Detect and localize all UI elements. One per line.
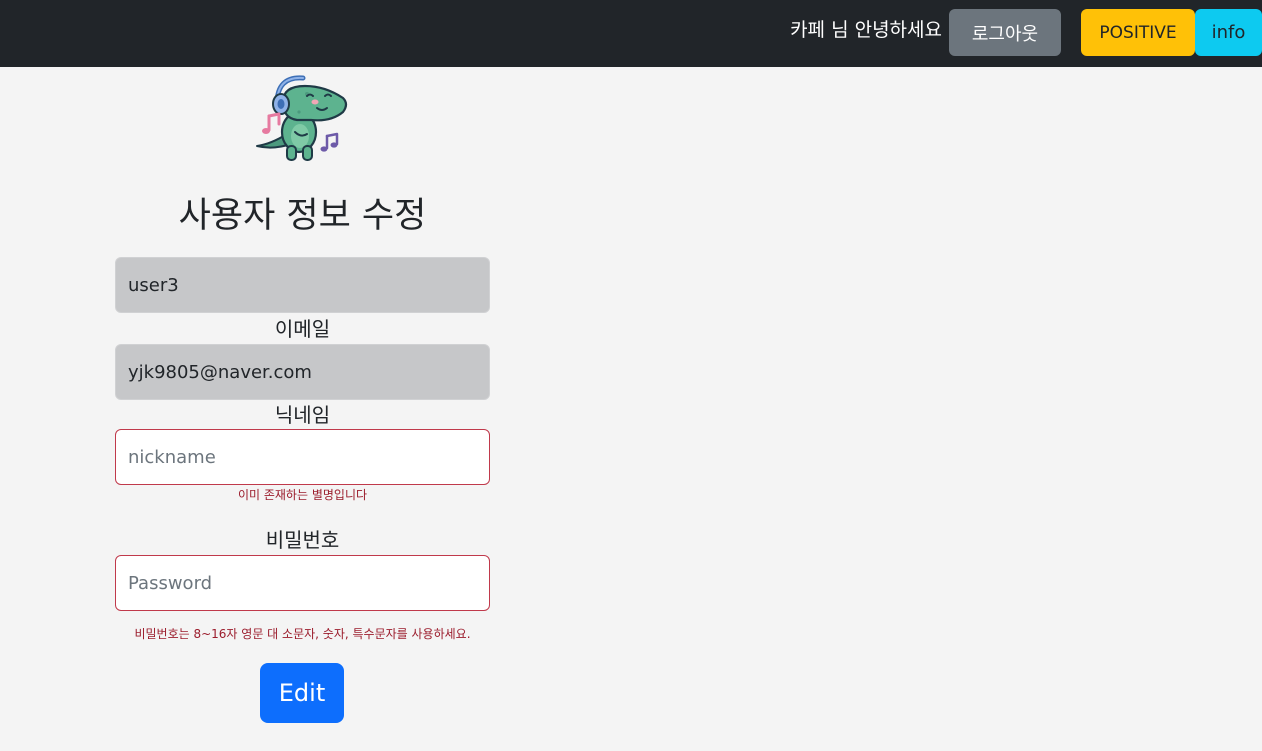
password-input[interactable] [115,555,490,611]
page-title: 사용자 정보 수정 [178,196,427,236]
dinosaur-with-headphones-icon [256,75,348,161]
email-label: 이메일 [274,317,331,341]
info-button[interactable]: info [1195,9,1262,56]
password-label: 비밀번호 [265,528,340,552]
edit-button[interactable]: Edit [260,663,344,723]
email-field[interactable] [115,344,490,400]
logout-button[interactable]: 로그아웃 [949,9,1061,56]
nickname-label: 닉네임 [274,403,331,427]
nickname-error-message: 이미 존재하는 별명입니다 [237,488,368,502]
greeting-text: 카페 님 안녕하세요 [790,19,942,41]
top-navbar: 카페 님 안녕하세요 로그아웃 POSITIVE info [0,0,1262,67]
username-field[interactable] [115,257,490,313]
password-error-message: 비밀번호는 8~16자 영문 대 소문자, 숫자, 특수문자를 사용하세요. [134,627,471,641]
nickname-input[interactable] [115,429,490,485]
positive-button[interactable]: POSITIVE [1081,9,1195,56]
